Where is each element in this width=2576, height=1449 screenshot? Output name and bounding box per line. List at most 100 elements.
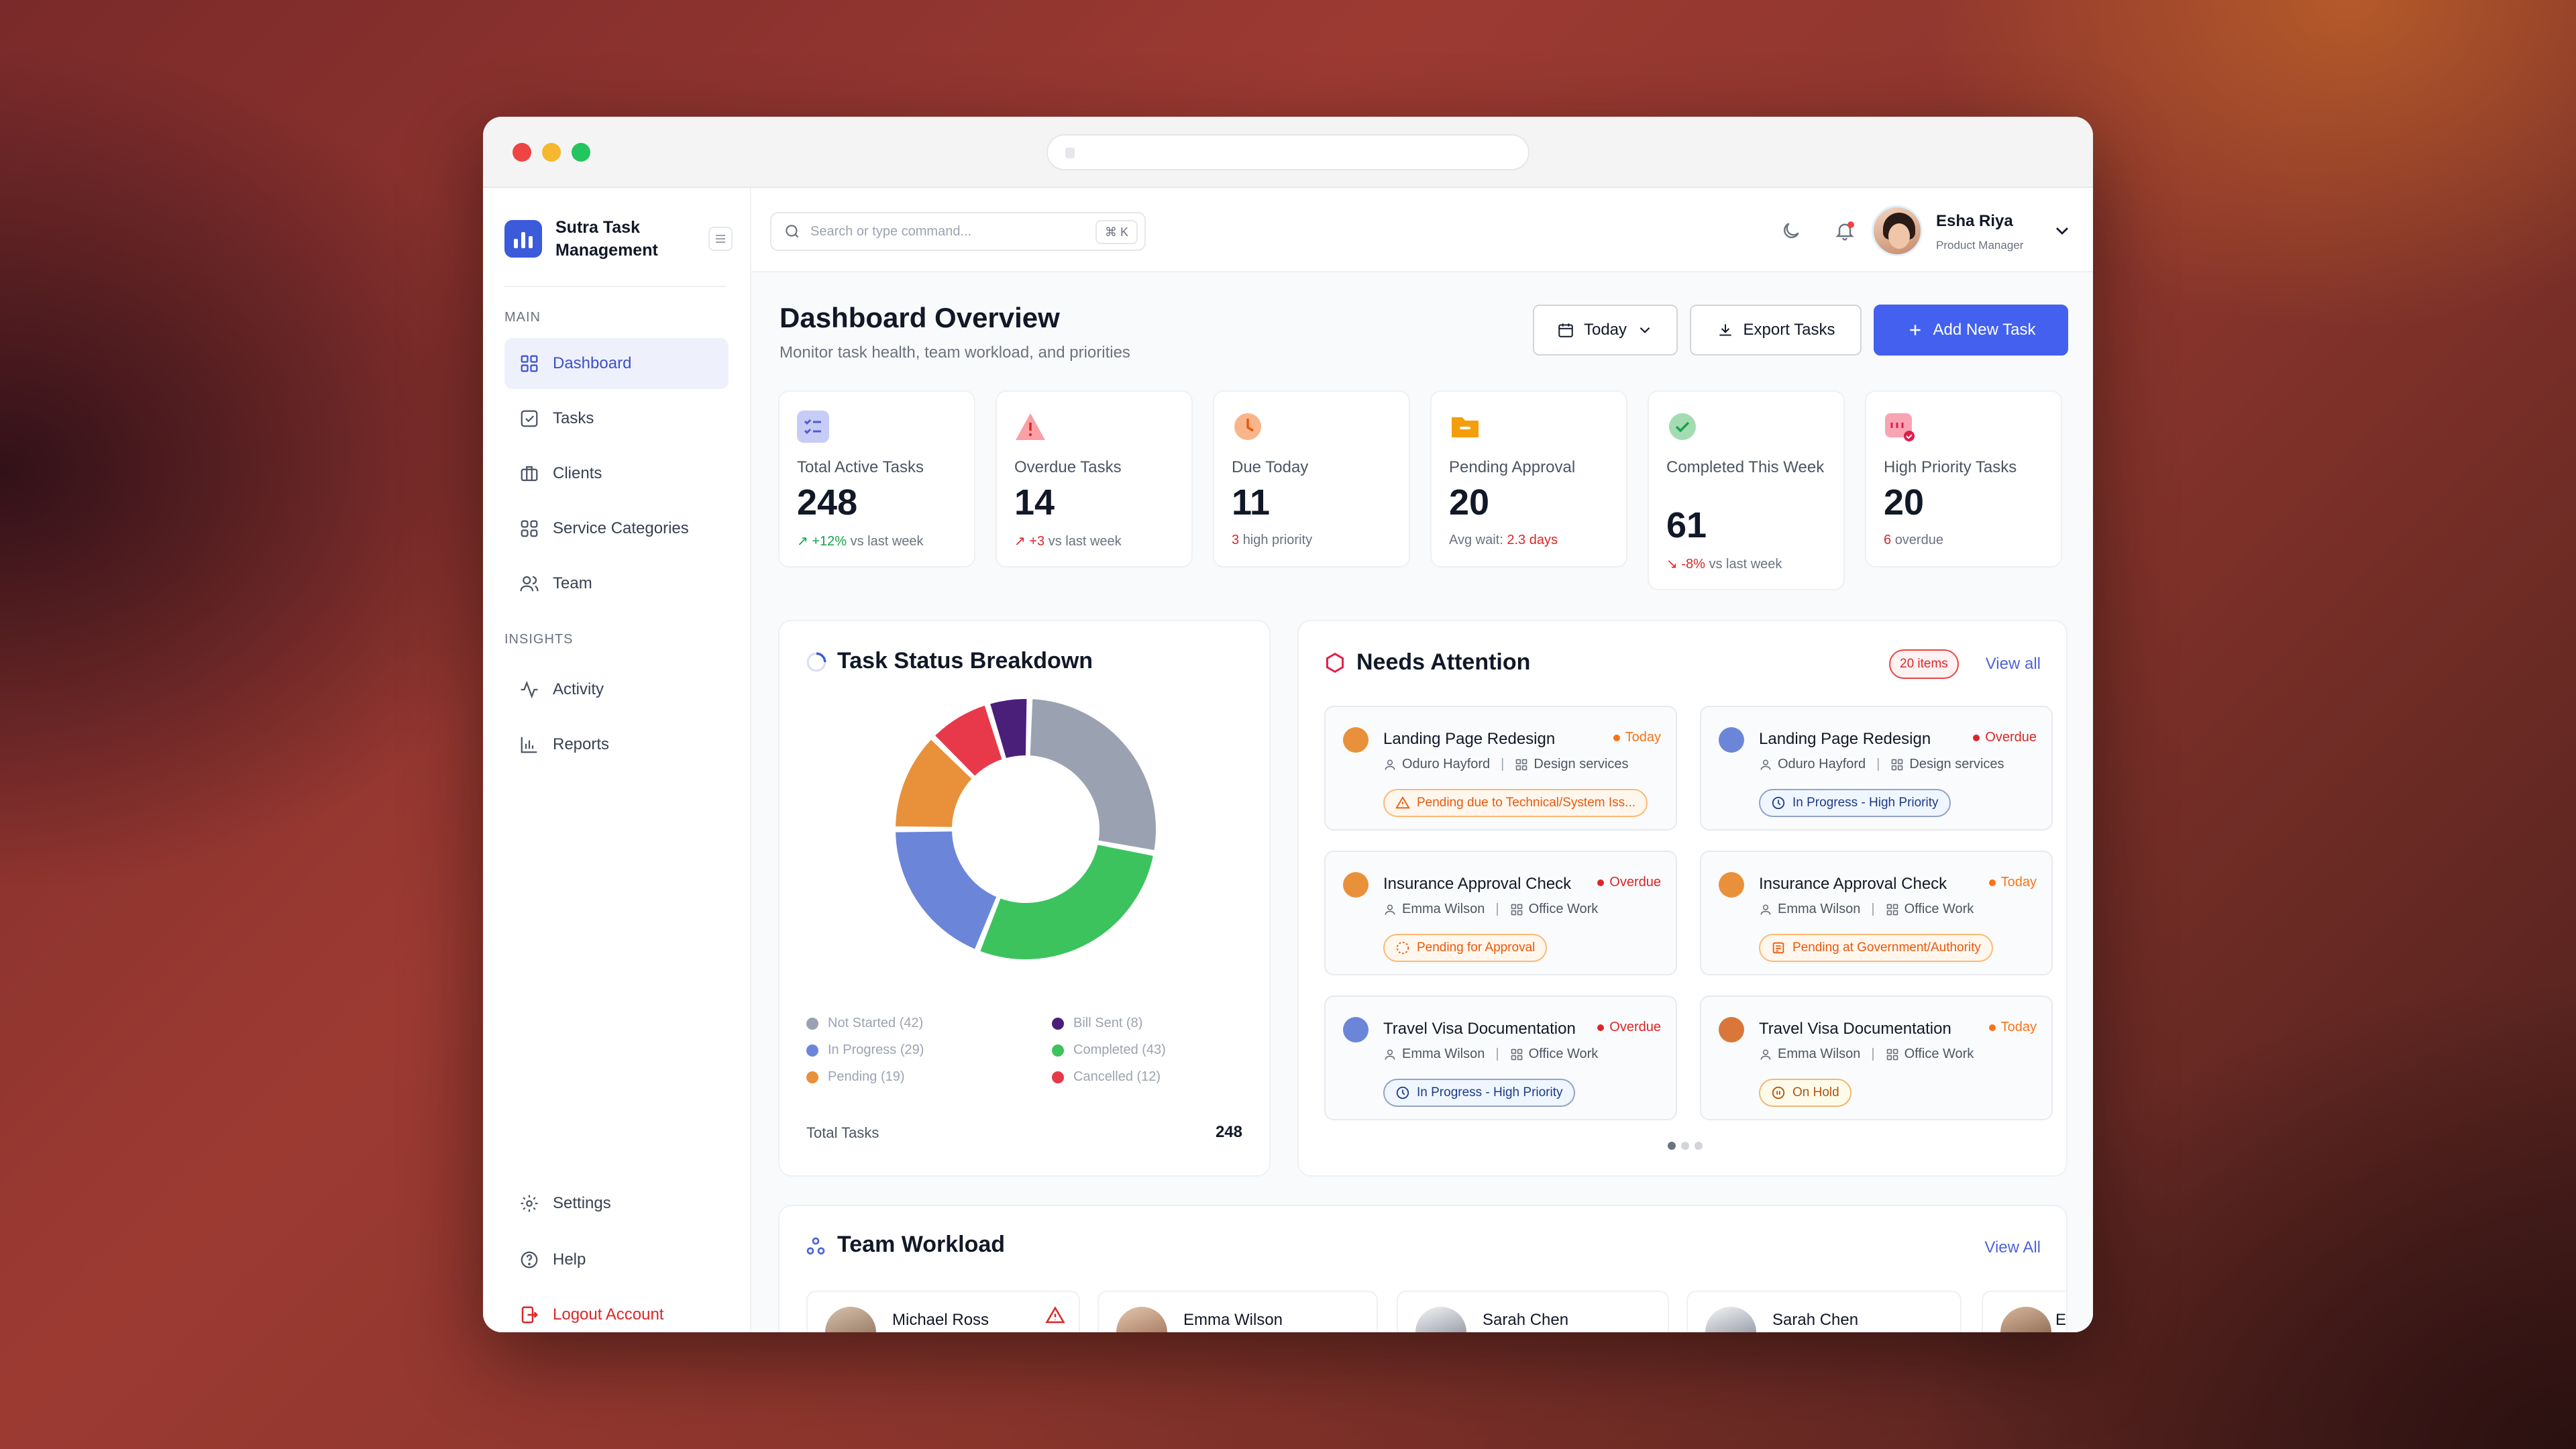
assignee-name: Oduro Hayford [1778,757,1866,771]
attention-item[interactable]: Insurance Approval Check Today Emma Wilson… [1700,851,2053,975]
sidebar-item-label: Service Categories [553,519,689,537]
status-pill[interactable]: Pending for Approval [1383,934,1548,962]
minimize-window-button[interactable] [542,143,561,162]
pagination-dots[interactable] [1668,1142,1703,1150]
export-tasks-button[interactable]: Export Tasks [1690,305,1862,356]
chevron-down-icon [1640,327,1650,333]
collapse-sidebar-button[interactable] [708,227,733,251]
logout-button[interactable]: Logout Account [504,1289,729,1332]
sidebar-item-clients[interactable]: Clients [504,448,729,499]
grid-icon [1886,904,1898,915]
close-window-button[interactable] [513,143,531,162]
stat-card-completed[interactable]: Completed This Week 61 ↘ -8% vs last wee… [1648,390,1845,590]
status-pill[interactable]: In Progress - High Priority [1759,789,1951,817]
nav-section-main: MAIN [504,310,541,325]
sidebar-item-settings[interactable]: Settings [504,1178,729,1229]
sidebar-item-service-categories[interactable]: Service Categories [504,503,729,554]
attention-item[interactable]: Insurance Approval Check Overdue Emma Wils… [1324,851,1677,975]
team-member-card[interactable]: Michael Ross [806,1291,1080,1332]
page-title: Dashboard Overview [780,302,1060,333]
status-pill[interactable]: In Progress - High Priority [1383,1079,1575,1107]
stat-label: Due Today [1232,458,1309,476]
total-tasks-value: 248 [1215,1123,1242,1141]
category-name: Design services [1534,757,1629,771]
stat-card-due-today[interactable]: Due Today 11 3 high priority [1213,390,1410,568]
lock-icon [1065,148,1075,158]
legend-swatch [1052,1017,1064,1030]
building-icon [1772,942,1784,954]
view-all-team-link[interactable]: View All [1984,1238,2041,1257]
status-pill[interactable]: On Hold [1759,1079,1851,1107]
status-pill[interactable]: Pending due to Technical/System Iss... [1383,789,1648,817]
theme-toggle-button[interactable] [1778,217,1805,244]
maximize-window-button[interactable] [572,143,590,162]
team-member-card[interactable]: Emma Wilson [1097,1291,1378,1332]
status-pill[interactable]: Pending at Government/Authority [1759,934,1993,962]
user-icon [1760,1049,1771,1060]
main-content: Dashboard Overview Monitor task health, … [751,272,2093,1332]
sidebar-item-dashboard[interactable]: Dashboard [504,338,729,389]
stat-card-overdue[interactable]: Overdue Tasks 14 ↗ +3 vs last week [996,390,1193,568]
team-member-card[interactable]: Sarah Chen [1397,1291,1669,1332]
trend-up-icon: ↗ [797,534,812,549]
stat-card-pending-approval[interactable]: Pending Approval 20 Avg wait: 2.3 days [1430,390,1627,568]
search-box[interactable]: ⌘ K [770,212,1146,251]
attention-item[interactable]: Travel Visa Documentation Today Emma Wilso… [1700,996,2053,1120]
page-dot[interactable] [1668,1142,1676,1150]
page-dot[interactable] [1695,1142,1703,1150]
category-name: Design services [1909,757,2004,771]
add-task-label: Add New Task [1933,321,2036,339]
user-avatar[interactable] [1872,205,1923,256]
search-input[interactable] [810,223,1092,239]
attention-item[interactable]: Landing Page Redesign Overdue Oduro Hayfor… [1700,706,2053,830]
stat-card-total-active[interactable]: Total Active Tasks 248 ↗ +12% vs last we… [778,390,975,568]
assignee-name: Emma Wilson [1778,1046,1861,1061]
legend-item: Not Started (42) [806,1016,923,1031]
nav-section-insights: INSIGHTS [504,632,574,647]
stat-note: ↗ +3 vs last week [1014,534,1122,549]
donut-slice-completed[interactable] [977,841,1157,962]
add-new-task-button[interactable]: Add New Task [1874,305,2068,356]
stat-card-high-priority[interactable]: High Priority Tasks 20 6 overdue [1865,390,2062,568]
chevron-down-icon[interactable] [2051,220,2073,241]
donut-slice-in-progress[interactable] [892,828,1000,953]
legend-swatch [806,1044,818,1057]
search-icon [786,225,799,238]
sidebar-item-help[interactable]: Help [504,1234,729,1285]
gear-icon [521,1195,538,1212]
checklist-icon [797,411,829,443]
legend-swatch [806,1071,818,1083]
team-member-card[interactable]: E [1982,1291,2066,1332]
briefcase-icon [521,466,538,482]
moon-icon [1784,223,1799,238]
page-dot[interactable] [1681,1142,1689,1150]
donut-slice-not-started[interactable] [1027,696,1159,853]
card-title: Task Status Breakdown [837,648,1093,674]
logout-icon [521,1306,539,1324]
sidebar-item-label: Settings [553,1194,611,1212]
loader-icon [1396,941,1409,955]
sidebar-item-tasks[interactable]: Tasks [504,393,729,444]
menu-icon [716,238,725,239]
shortcut-hint: ⌘ K [1095,220,1138,244]
bar-chart-icon [521,737,537,753]
team-member-card[interactable]: Sarah Chen [1686,1291,1962,1332]
sidebar-item-activity[interactable]: Activity [504,664,729,715]
attention-item[interactable]: Travel Visa Documentation Overdue Emma Wil… [1324,996,1677,1120]
status-donut-chart [892,696,1159,962]
avatar [825,1307,876,1332]
users-icon [520,576,539,592]
attention-item[interactable]: Landing Page Redesign Today Oduro Hayford |… [1324,706,1677,830]
member-name: Michael Ross [892,1311,989,1329]
stat-note: ↗ +12% vs last week [797,534,924,549]
date-filter-button[interactable]: Today [1533,305,1678,356]
sidebar-item-reports[interactable]: Reports [504,719,729,770]
stat-value: 248 [797,482,858,523]
user-icon [1385,904,1395,915]
pause-icon [1772,1086,1785,1099]
meta-separator: | [1876,757,1880,771]
sidebar-item-team[interactable]: Team [504,558,729,609]
address-bar[interactable] [1046,134,1529,170]
view-all-attention-link[interactable]: View all [1986,655,2041,674]
notifications-button[interactable] [1831,217,1858,244]
